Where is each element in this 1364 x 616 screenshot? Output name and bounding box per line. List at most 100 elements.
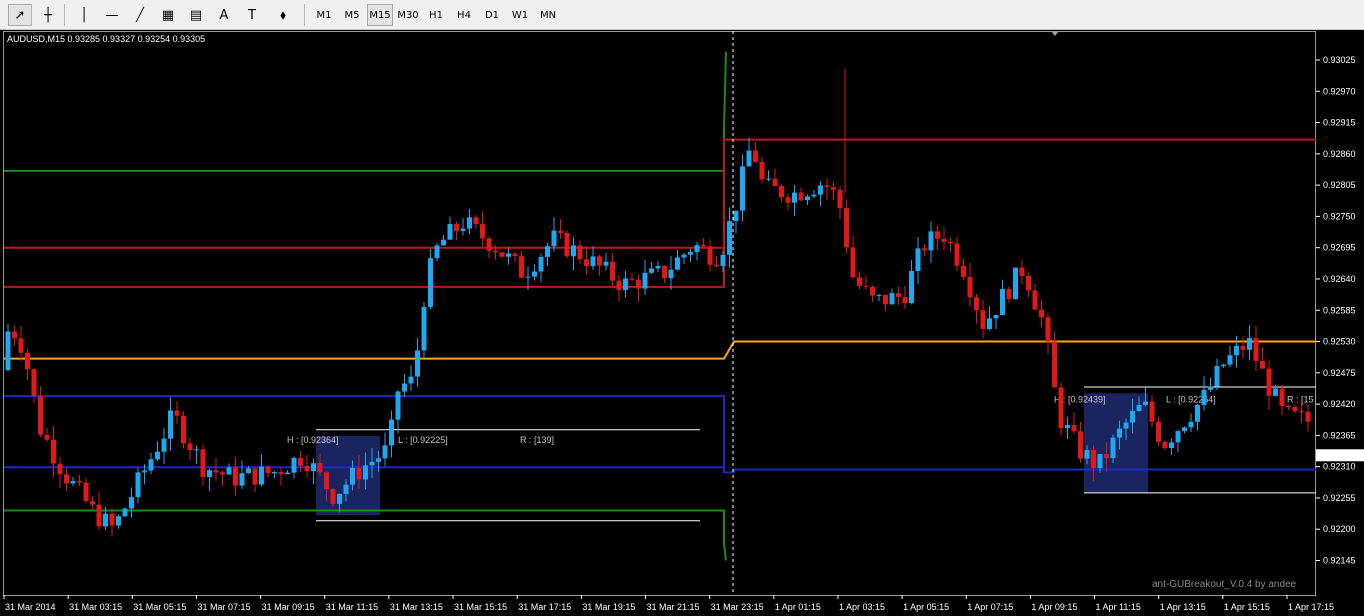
- candle-body: [317, 463, 323, 473]
- candle-body: [272, 472, 277, 474]
- fibonacci-icon[interactable]: ▤: [184, 4, 208, 26]
- candle-body: [1208, 386, 1213, 390]
- time-label: 31 Mar 19:15: [582, 602, 635, 612]
- timeframe-w1-button[interactable]: W1: [507, 4, 533, 26]
- candle-body: [746, 150, 752, 167]
- price-label: 0.92915: [1323, 118, 1356, 128]
- candle-body: [70, 481, 76, 484]
- candle-body: [1195, 404, 1200, 422]
- time-label: 31 Mar 21:15: [647, 602, 700, 612]
- chart-window[interactable]: H : [0.92364] L : [0.92225] R : [139] H : […: [0, 30, 1364, 616]
- candle-body: [1305, 411, 1311, 422]
- candle-body: [558, 230, 563, 233]
- candle-body: [603, 261, 609, 266]
- timeframe-m5-button[interactable]: M5: [339, 4, 365, 26]
- candle-body: [363, 465, 368, 480]
- toolbar-separator: [304, 4, 305, 26]
- candle-body: [376, 458, 381, 462]
- candle-body: [642, 272, 648, 289]
- price-label: 0.92970: [1323, 86, 1356, 96]
- range-low-label: L : [0.92264]: [1166, 394, 1216, 404]
- equidistant-channel-icon[interactable]: ▦: [156, 4, 180, 26]
- candle-body: [57, 463, 63, 475]
- candle-body: [610, 261, 615, 281]
- candle-body: [733, 210, 739, 222]
- cursor-icon[interactable]: ➚: [8, 4, 32, 26]
- price-chart[interactable]: H : [0.92364] L : [0.92225] R : [139]H : […: [0, 30, 1364, 616]
- trendline-icon[interactable]: ╱: [128, 4, 152, 26]
- timeframe-h1-button[interactable]: H1: [423, 4, 449, 26]
- candle-body: [1175, 431, 1181, 443]
- candle-body: [772, 178, 778, 187]
- candle-body: [350, 467, 355, 485]
- candle-body: [805, 196, 810, 201]
- candle-body: [857, 277, 862, 286]
- range-size-label: R : [15: [1287, 394, 1314, 404]
- candle-body: [889, 293, 895, 305]
- candle-body: [506, 253, 511, 257]
- candle-body: [330, 489, 336, 504]
- candle-body: [902, 297, 908, 304]
- timeframe-m1-button[interactable]: M1: [311, 4, 337, 26]
- timeframe-m30-button[interactable]: M30: [395, 4, 421, 26]
- candle-body: [389, 419, 394, 446]
- timeframe-m15-button[interactable]: M15: [367, 4, 393, 26]
- candle-body: [1091, 450, 1096, 469]
- candle-body: [194, 449, 199, 451]
- crosshair-icon[interactable]: ┼: [36, 4, 60, 26]
- candle-body: [1097, 454, 1103, 469]
- candle-body: [480, 224, 485, 239]
- candle-body: [701, 245, 706, 247]
- candle-body: [668, 269, 674, 279]
- candle-body: [421, 306, 427, 351]
- candle-body: [1078, 431, 1083, 459]
- candle-body: [662, 266, 667, 279]
- candle-body: [649, 268, 654, 273]
- timeframe-d1-button[interactable]: D1: [479, 4, 505, 26]
- price-label: 0.92475: [1323, 368, 1356, 378]
- time-label: 1 Apr 17:15: [1288, 602, 1334, 612]
- time-label: 1 Apr 13:15: [1160, 602, 1206, 612]
- candle-body: [1240, 345, 1246, 350]
- time-label: 31 Mar 15:15: [454, 602, 507, 612]
- candle-body: [863, 285, 869, 287]
- candle-body: [155, 451, 160, 460]
- text-label-icon[interactable]: T: [240, 4, 264, 26]
- candle-body: [1045, 317, 1051, 342]
- candle-body: [779, 186, 784, 198]
- candle-body: [18, 338, 24, 353]
- candle-body: [532, 271, 537, 277]
- candle-body: [285, 472, 290, 475]
- candle-body: [1143, 401, 1148, 405]
- candle-body: [909, 270, 914, 304]
- candle-body: [1266, 368, 1272, 396]
- horizontal-line-icon[interactable]: —: [100, 4, 124, 26]
- candle-body: [1188, 421, 1194, 428]
- timeframe-mn-button[interactable]: MN: [535, 4, 561, 26]
- candle-body: [252, 468, 258, 485]
- vertical-line-icon[interactable]: │: [72, 4, 96, 26]
- candle-body: [707, 246, 713, 265]
- candle-body: [694, 245, 700, 253]
- arrows-icon[interactable]: ⬧: [268, 4, 298, 26]
- candle-body: [811, 194, 817, 197]
- candle-body: [408, 376, 414, 384]
- candle-body: [181, 415, 186, 444]
- price-label: 0.92860: [1323, 149, 1356, 159]
- text-icon[interactable]: A: [212, 4, 236, 26]
- candle-body: [64, 474, 69, 484]
- candle-body: [993, 315, 999, 319]
- candle-body: [629, 278, 635, 280]
- candle-body: [870, 286, 875, 296]
- time-label: 1 Apr 11:15: [1096, 602, 1141, 612]
- candle-body: [200, 449, 206, 478]
- candle-body: [44, 434, 50, 440]
- candle-body: [1019, 267, 1025, 276]
- candle-body: [1000, 289, 1005, 316]
- price-label: 0.92310: [1323, 462, 1356, 472]
- candle-body: [1273, 388, 1278, 396]
- time-label: 1 Apr 05:15: [903, 602, 949, 612]
- timeframe-h4-button[interactable]: H4: [451, 4, 477, 26]
- candle-body: [961, 265, 966, 277]
- candle-body: [681, 254, 687, 258]
